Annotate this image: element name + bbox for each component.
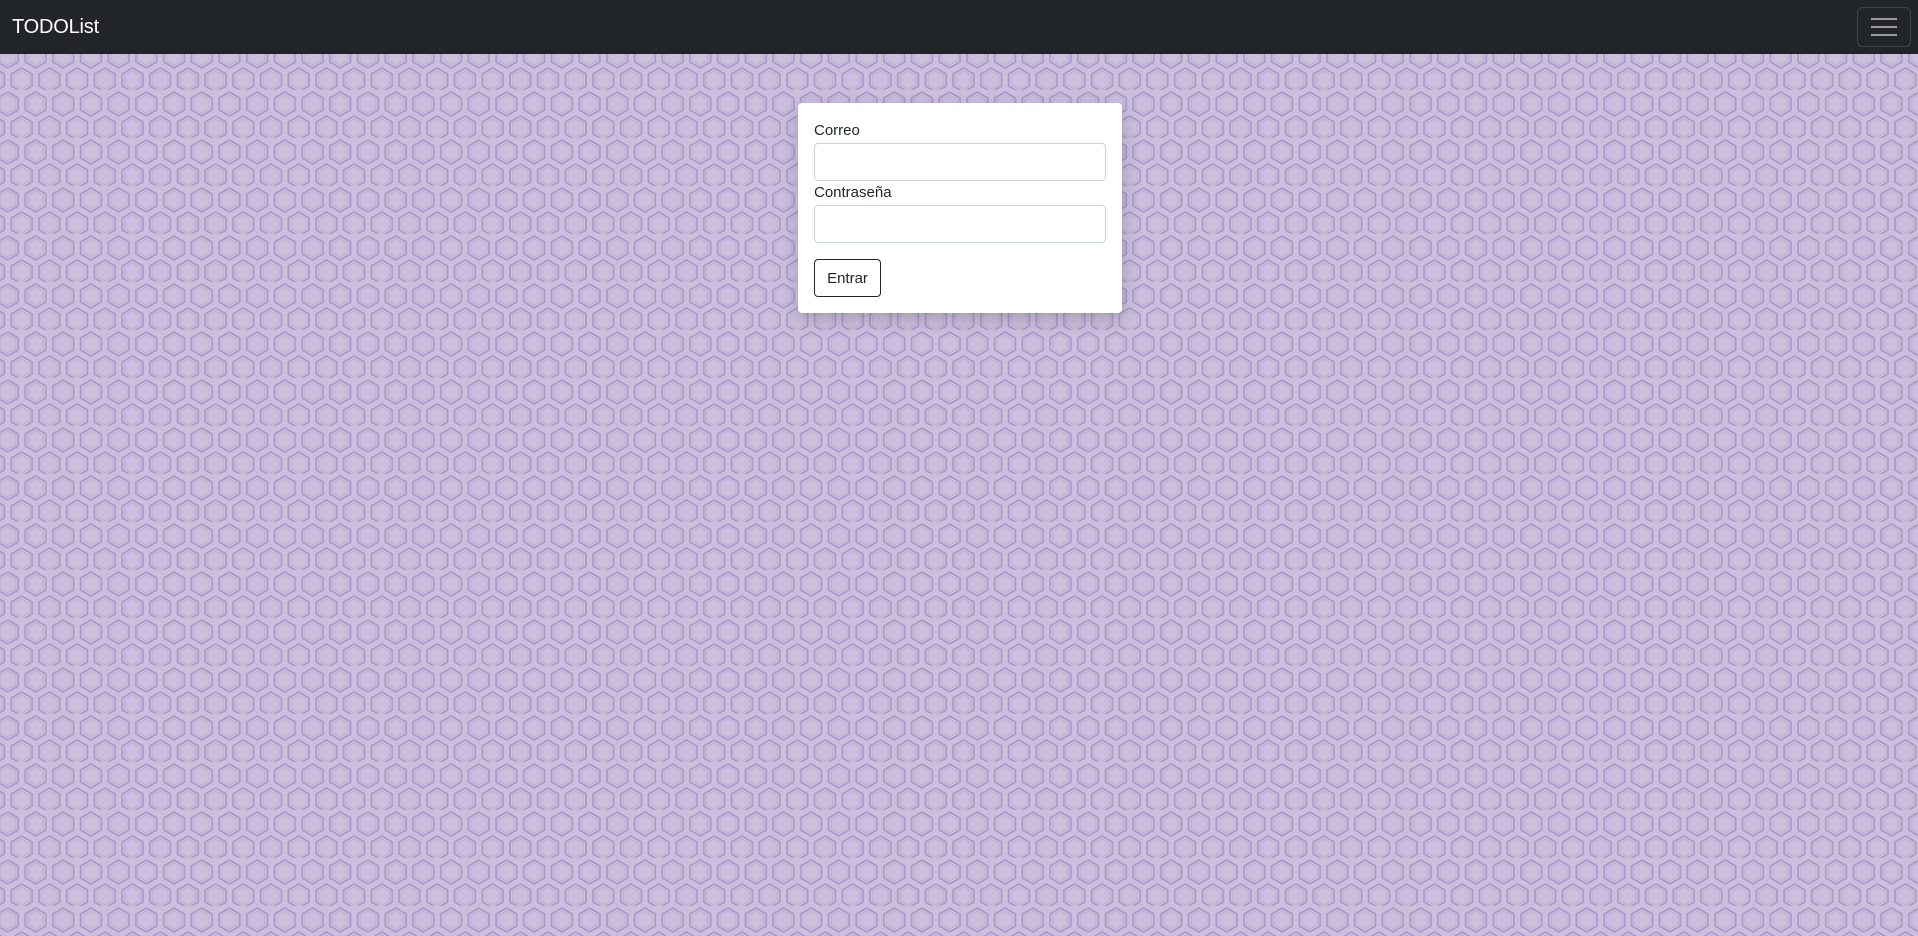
login-form: Correo Contraseña Entrar bbox=[798, 103, 1122, 313]
login-submit-button[interactable]: Entrar bbox=[814, 259, 881, 297]
password-label: Contraseña bbox=[814, 184, 892, 201]
hamburger-menu-icon bbox=[1871, 18, 1897, 36]
password-field[interactable] bbox=[814, 205, 1106, 243]
navbar-toggler-button[interactable] bbox=[1857, 7, 1911, 47]
email-field[interactable] bbox=[814, 143, 1106, 181]
navbar-brand[interactable]: TODOList bbox=[12, 14, 99, 40]
email-label: Correo bbox=[814, 122, 860, 139]
navbar: TODOList bbox=[0, 0, 1918, 54]
